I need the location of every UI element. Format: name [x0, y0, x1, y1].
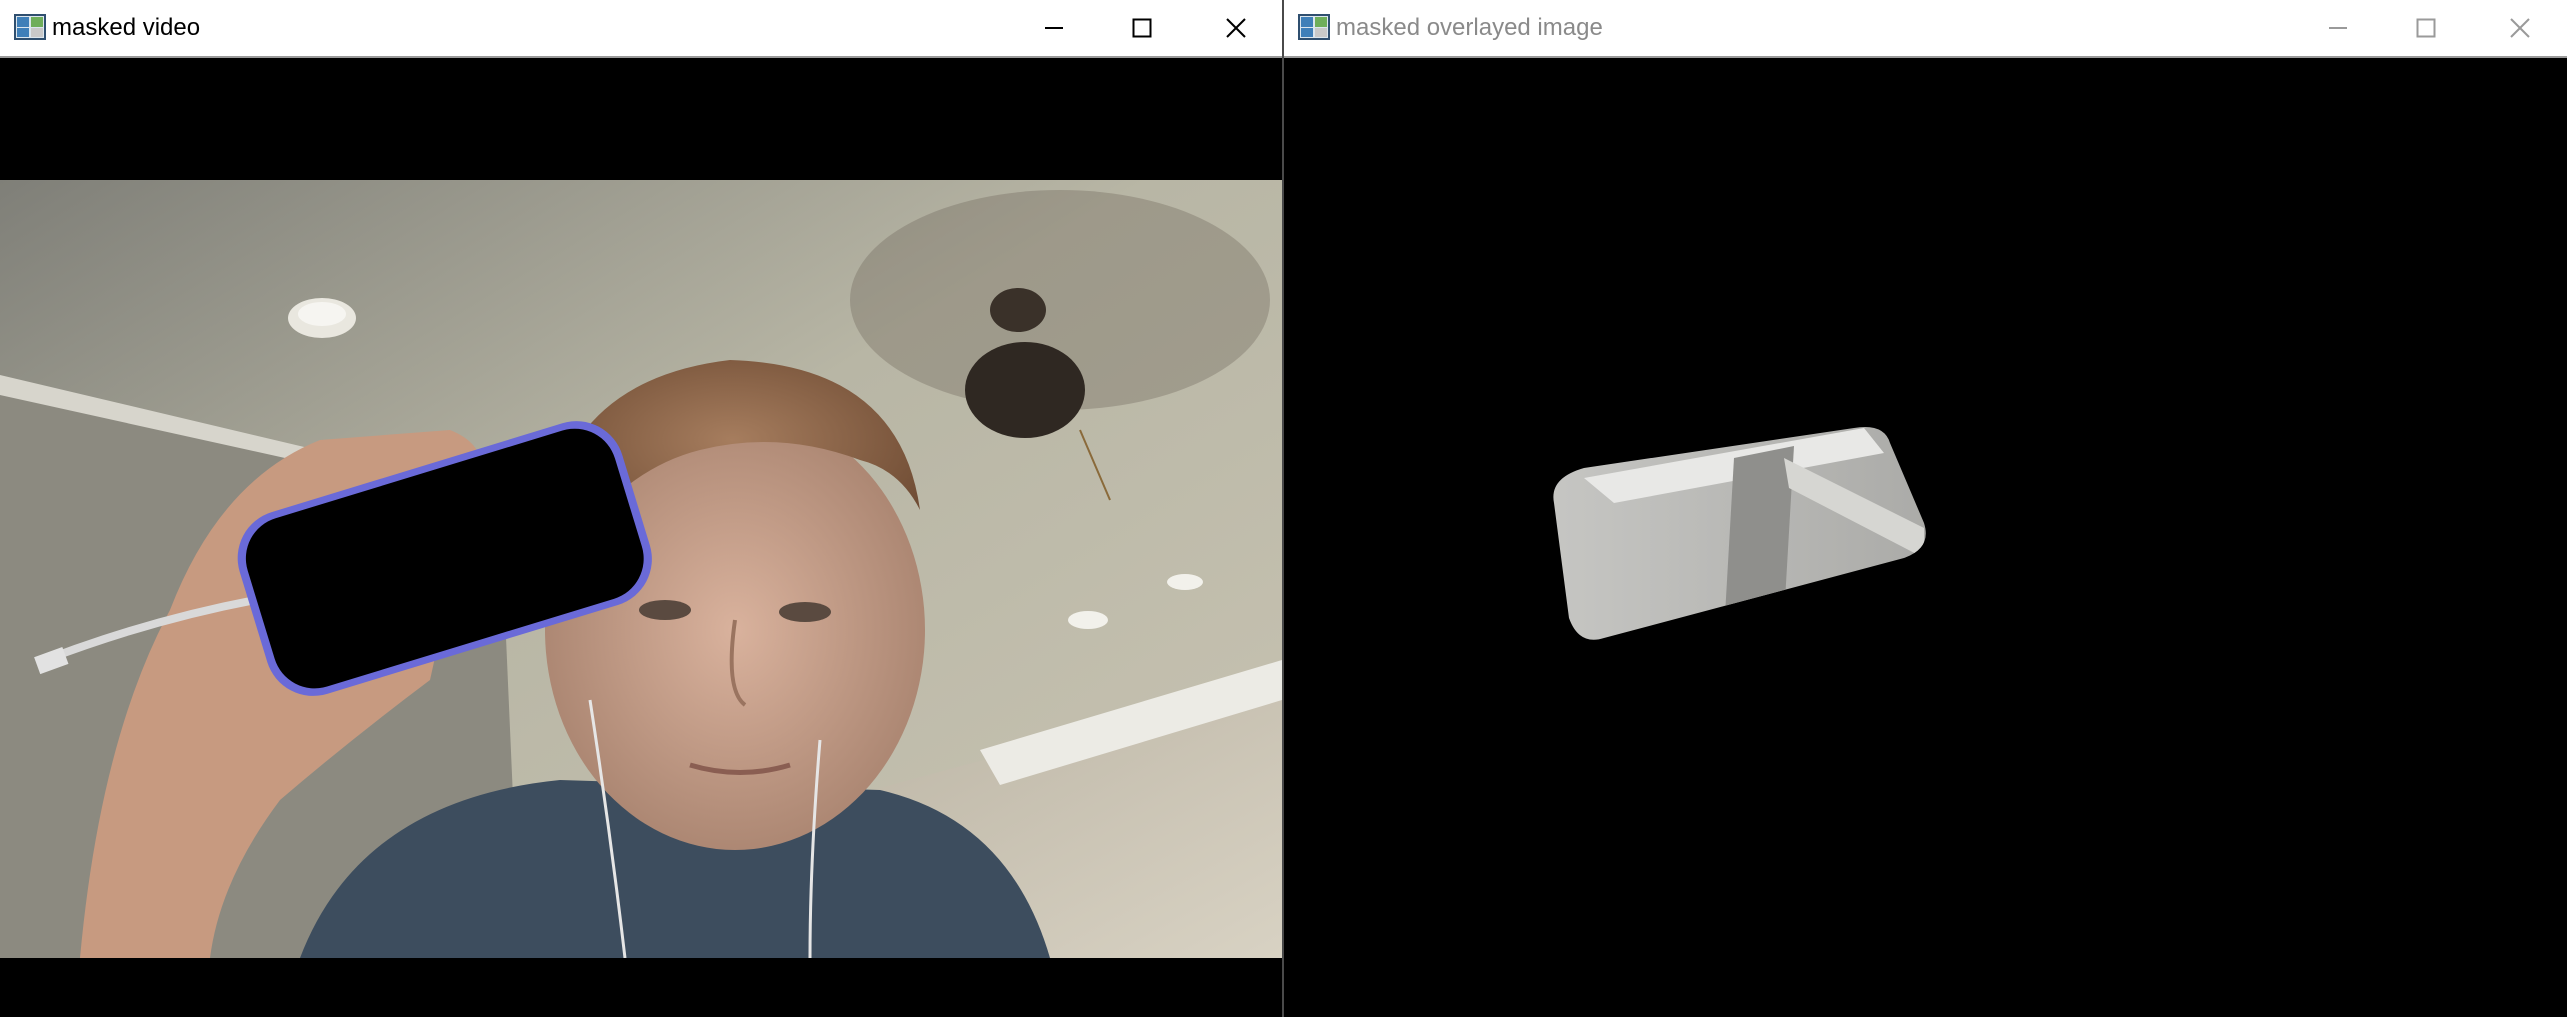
minimize-icon: [1045, 27, 1063, 29]
window-title: masked overlayed image: [1336, 14, 1603, 41]
masked-region-image: [1553, 427, 1926, 640]
minimize-icon: [2329, 27, 2347, 29]
image-viewer-app-icon: [1298, 14, 1330, 40]
close-icon: [1226, 18, 1246, 38]
masked-overlayed-image-window[interactable]: masked overlayed image: [1284, 0, 2567, 1017]
image-viewer-app-icon: [14, 14, 46, 40]
video-canvas: [0, 58, 1282, 1017]
minimize-button[interactable]: [2292, 0, 2384, 56]
minimize-button[interactable]: [1008, 0, 1100, 56]
maximize-icon: [2416, 18, 2436, 38]
titlebar[interactable]: masked overlayed image: [1284, 0, 2567, 58]
window-title: masked video: [52, 14, 201, 41]
maximize-button[interactable]: [1096, 0, 1188, 56]
close-button[interactable]: [1190, 0, 1282, 56]
overlay-canvas: [1284, 58, 2567, 1017]
maximize-icon: [1132, 18, 1152, 38]
titlebar[interactable]: masked video: [0, 0, 1282, 58]
maximize-button[interactable]: [2380, 0, 2472, 56]
masked-video-window[interactable]: masked video: [0, 0, 1282, 1017]
close-button[interactable]: [2474, 0, 2566, 56]
webcam-frame-image: [0, 180, 1282, 958]
close-icon: [2510, 18, 2530, 38]
